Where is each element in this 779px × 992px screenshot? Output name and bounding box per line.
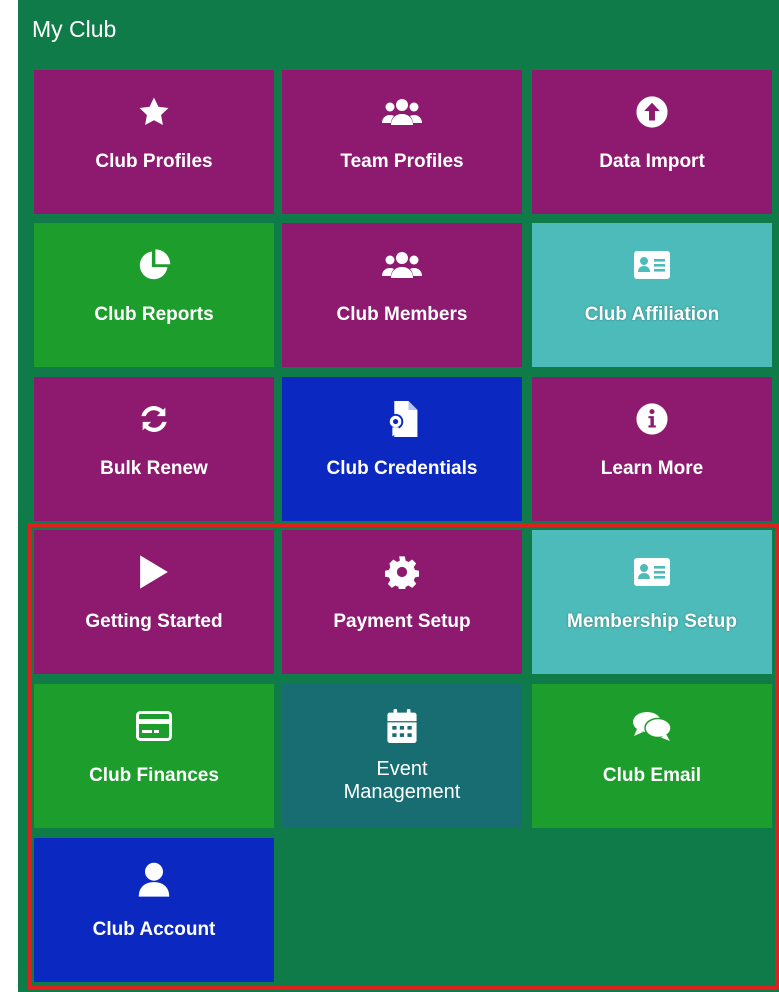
my-club-panel: My Club Club Profiles Team Profiles Data…	[18, 0, 779, 992]
tile-learn-more[interactable]: Learn More	[532, 377, 772, 521]
tile-club-affiliation[interactable]: Club Affiliation	[532, 223, 772, 367]
calendar-icon	[380, 708, 424, 744]
tile-label: Payment Setup	[333, 611, 471, 632]
tile-getting-started[interactable]: Getting Started	[34, 530, 274, 674]
tile-club-reports[interactable]: Club Reports	[34, 223, 274, 367]
users-icon	[380, 94, 424, 130]
tile-label: Club Credentials	[326, 458, 478, 479]
credit-card-icon	[132, 708, 176, 744]
upload-circle-icon	[630, 94, 674, 130]
tile-event-management[interactable]: Event Management	[282, 684, 522, 828]
tile-bulk-renew[interactable]: Bulk Renew	[34, 377, 274, 521]
tile-club-credentials[interactable]: Club Credentials	[282, 377, 522, 521]
tile-label: Club Affiliation	[584, 304, 720, 325]
tile-label: Club Account	[92, 919, 216, 940]
star-icon	[132, 94, 176, 130]
info-circle-icon	[630, 401, 674, 437]
tile-membership-setup[interactable]: Membership Setup	[532, 530, 772, 674]
tile-club-finances[interactable]: Club Finances	[34, 684, 274, 828]
tile-label: Club Reports	[94, 304, 214, 325]
users-icon	[380, 247, 424, 283]
tile-payment-setup[interactable]: Payment Setup	[282, 530, 522, 674]
sync-icon	[132, 401, 176, 437]
tile-label: Event Management	[343, 758, 461, 803]
tile-club-email[interactable]: Club Email	[532, 684, 772, 828]
tile-label: Membership Setup	[567, 611, 737, 632]
tile-data-import[interactable]: Data Import	[532, 70, 772, 214]
gear-icon	[380, 554, 424, 590]
tile-club-profiles[interactable]: Club Profiles	[34, 70, 274, 214]
tile-team-profiles[interactable]: Team Profiles	[282, 70, 522, 214]
tile-label: Data Import	[599, 151, 705, 172]
panel-title: My Club	[32, 16, 117, 42]
tile-club-members[interactable]: Club Members	[282, 223, 522, 367]
chat-bubbles-icon	[630, 708, 674, 744]
id-card-icon	[630, 247, 674, 283]
user-icon	[132, 862, 176, 898]
tile-label: Learn More	[600, 458, 704, 479]
tile-label: Bulk Renew	[100, 458, 208, 479]
tile-club-account[interactable]: Club Account	[34, 838, 274, 982]
certificate-file-icon	[380, 401, 424, 437]
tile-label: Getting Started	[85, 611, 223, 632]
tile-label: Club Profiles	[95, 151, 213, 172]
tile-label: Club Members	[336, 304, 468, 325]
tile-label: Club Finances	[89, 765, 219, 786]
pie-chart-icon	[132, 247, 176, 283]
tile-label: Club Email	[602, 765, 702, 786]
play-icon	[132, 554, 176, 590]
tile-label: Team Profiles	[340, 151, 464, 172]
id-card-icon	[630, 554, 674, 590]
